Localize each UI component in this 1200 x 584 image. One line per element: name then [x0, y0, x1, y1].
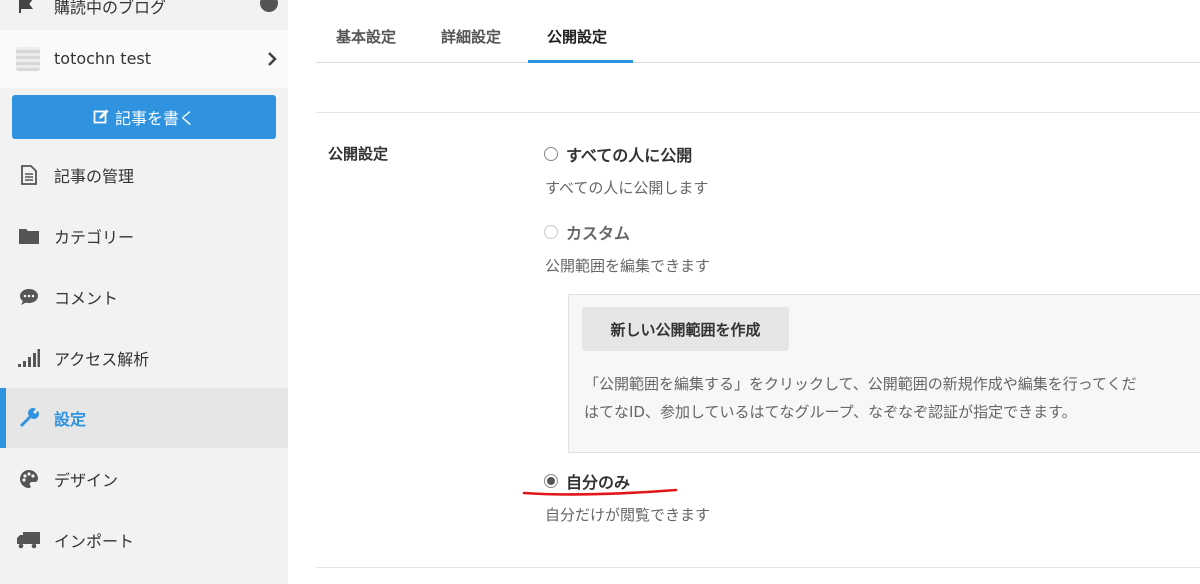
- sidebar-item-label: アクセス解析: [54, 350, 150, 369]
- info-badge-icon: [260, 0, 278, 12]
- blog-name: totochn test: [54, 49, 152, 68]
- blog-favicon: [16, 47, 40, 71]
- divider: [316, 112, 1200, 113]
- truck-icon: [17, 528, 41, 552]
- tab-basic-settings[interactable]: 基本設定: [336, 26, 396, 47]
- radio-option-custom[interactable]: カスタム: [544, 220, 630, 244]
- custom-scope-panel: 新しい公開範囲を作成 「公開範囲を編集する」をクリックして、公開範囲の新規作成や…: [568, 294, 1200, 453]
- write-article-button[interactable]: 記事を書く: [12, 95, 276, 139]
- radio-custom[interactable]: [544, 225, 558, 239]
- sidebar-item-label: 記事の管理: [54, 167, 135, 186]
- blog-selector[interactable]: totochn test: [0, 30, 288, 88]
- sidebar-item-label: コメント: [54, 289, 119, 308]
- custom-help-text-1: 「公開範囲を編集する」をクリックして、公開範囲の新規作成や編集を行ってくだ: [584, 375, 1137, 393]
- sidebar-item-design[interactable]: デザイン: [0, 449, 288, 509]
- divider: [316, 567, 1200, 568]
- sidebar-item-label: カテゴリー: [54, 228, 135, 247]
- visibility-setting-label: 公開設定: [328, 145, 389, 163]
- sidebar-item-label: 購読中のブログ: [54, 0, 167, 17]
- radio-public[interactable]: [544, 147, 558, 161]
- sidebar-item-settings[interactable]: 設定: [0, 388, 288, 448]
- settings-tabs: 基本設定 詳細設定 公開設定: [316, 0, 1200, 63]
- sidebar-item-comments[interactable]: コメント: [0, 267, 288, 327]
- sidebar-item-subscriptions[interactable]: 購読中のブログ: [0, 0, 288, 28]
- chevron-right-icon: [268, 52, 277, 66]
- wrench-icon: [17, 406, 41, 430]
- tab-detail-settings[interactable]: 詳細設定: [441, 26, 501, 47]
- edit-icon: [93, 109, 109, 124]
- folder-icon: [17, 224, 41, 248]
- active-tab-indicator: [528, 60, 633, 63]
- red-highlight-underline: [522, 488, 678, 496]
- comment-icon: [17, 285, 41, 309]
- sidebar-item-analytics[interactable]: アクセス解析: [0, 328, 288, 388]
- sidebar-item-categories[interactable]: カテゴリー: [0, 206, 288, 266]
- active-indicator: [0, 388, 6, 448]
- radio-public-description: すべての人に公開します: [545, 179, 709, 197]
- sidebar-item-label: インポート: [54, 532, 135, 551]
- document-icon: [17, 163, 41, 187]
- palette-icon: [17, 467, 41, 491]
- sidebar-item-label: デザイン: [54, 471, 119, 490]
- radio-custom-label: カスタム: [566, 224, 631, 243]
- custom-help-text-2: はてなID、参加しているはてなグループ、なぞなぞ認証が指定できます。: [584, 403, 1077, 421]
- radio-public-label: すべての人に公開: [566, 146, 693, 165]
- signal-bars-icon: [17, 346, 41, 370]
- write-article-label: 記事を書く: [114, 109, 195, 128]
- radio-custom-description: 公開範囲を編集できます: [545, 257, 711, 275]
- sidebar: 購読中のブログ totochn test 記事を書く 記事の管理 カテゴリー コ…: [0, 0, 288, 584]
- sidebar-item-articles[interactable]: 記事の管理: [0, 145, 288, 205]
- radio-option-public[interactable]: すべての人に公開: [544, 142, 692, 166]
- tab-visibility-settings[interactable]: 公開設定: [547, 26, 607, 47]
- create-scope-button[interactable]: 新しい公開範囲を作成: [582, 307, 789, 351]
- sidebar-item-label: 設定: [54, 410, 87, 429]
- flag-icon: [19, 0, 33, 13]
- settings-main: 基本設定 詳細設定 公開設定 公開設定 すべての人に公開 すべての人に公開します…: [316, 0, 1200, 584]
- radio-private-description: 自分だけが閲覧できます: [545, 506, 711, 524]
- sidebar-item-import[interactable]: インポート: [0, 510, 288, 570]
